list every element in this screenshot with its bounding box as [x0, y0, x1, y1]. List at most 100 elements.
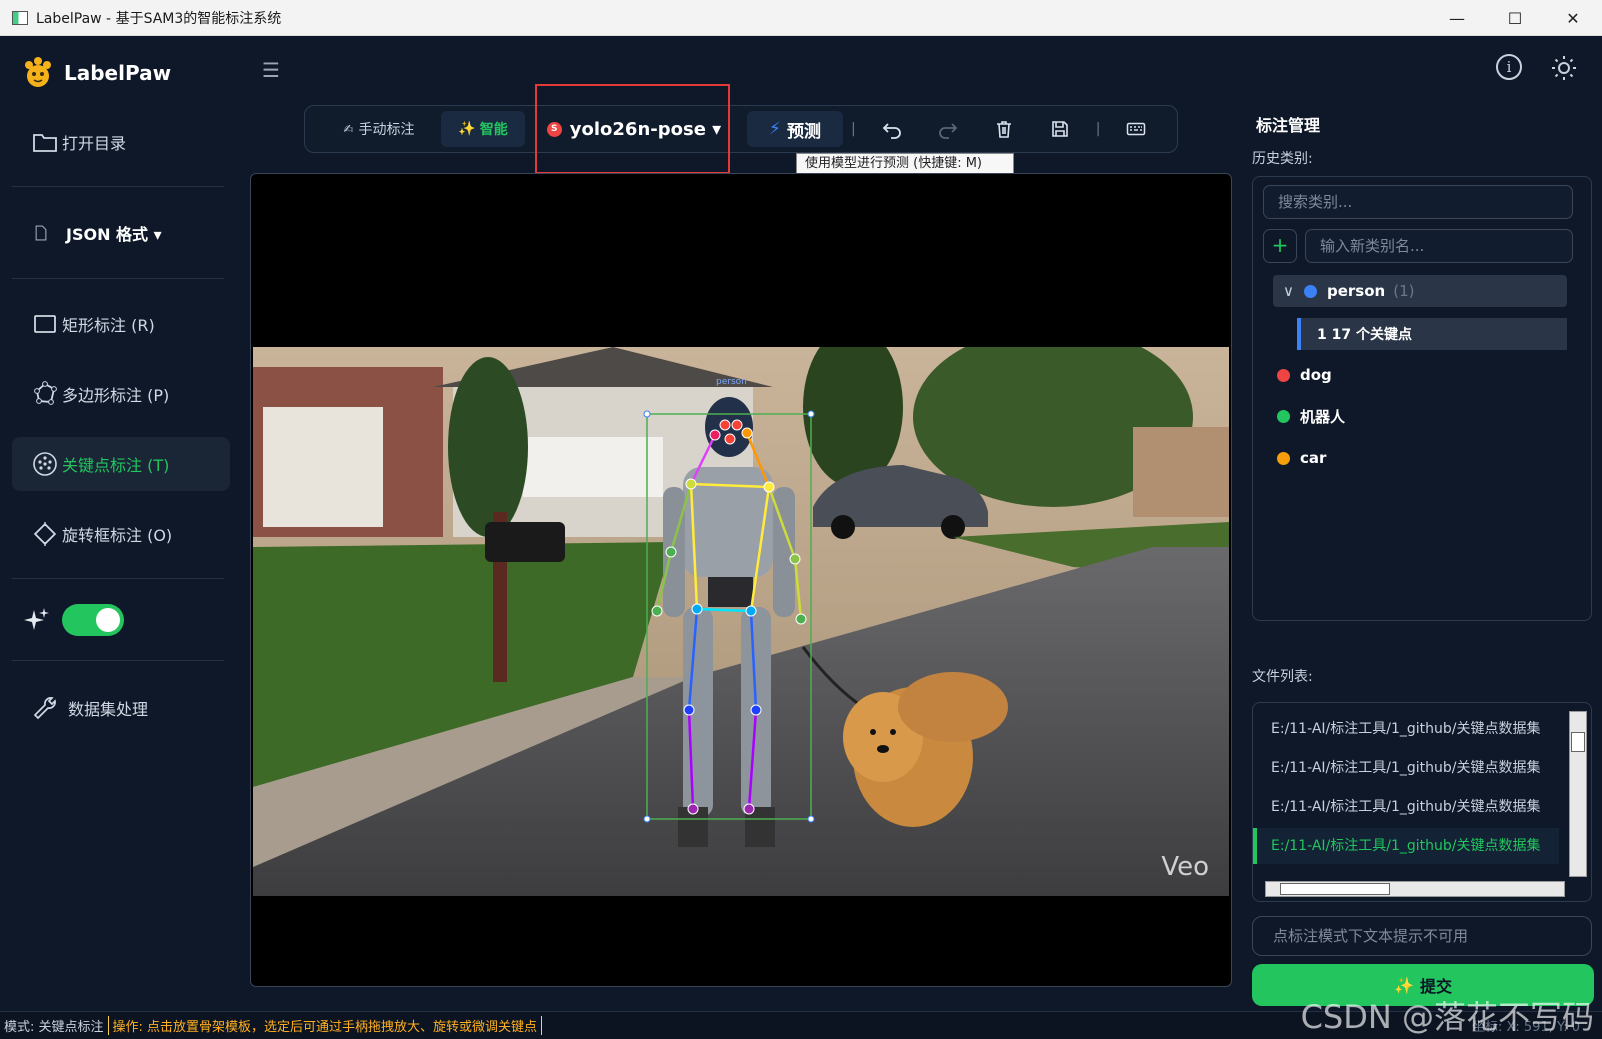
window-title: LabelPaw - 基于SAM3的智能标注系统: [36, 10, 282, 27]
maximize-button[interactable]: ☐: [1486, 0, 1544, 36]
redo-button[interactable]: [928, 111, 968, 147]
csdn-watermark: CSDN @落花不写码: [1300, 998, 1594, 1036]
sparkle-icon: [24, 608, 49, 630]
file-item[interactable]: E:/11-AI/标注工具/1_github/关键点数据集: [1253, 711, 1559, 747]
brand-name: LabelPaw: [64, 61, 172, 85]
paw-logo-icon: [25, 57, 51, 87]
scene-illustration: person: [253, 347, 1229, 896]
instance-item[interactable]: 1 17 个关键点: [1297, 318, 1567, 350]
tool-polygon-label: 多边形标注 (P): [62, 386, 170, 405]
veo-watermark: Veo: [1161, 852, 1209, 882]
logo: LabelPaw: [22, 56, 171, 90]
category-color-dot: [1303, 284, 1317, 298]
redo-icon: [938, 123, 957, 139]
tool-keypoint[interactable]: 关键点标注 (T): [12, 437, 230, 491]
box-label: person: [716, 377, 747, 387]
undo-icon: [882, 123, 901, 139]
toolbar-separator: |: [1095, 121, 1101, 137]
tool-polygon[interactable]: 多边形标注 (P): [12, 367, 230, 421]
annotation-canvas[interactable]: person Veo: [250, 173, 1232, 987]
history-label: 历史类别:: [1252, 151, 1313, 167]
category-dog[interactable]: dog: [1277, 359, 1332, 391]
sidebar-divider: [12, 660, 224, 661]
lightning-icon: ⚡: [769, 119, 781, 139]
category-car[interactable]: car: [1277, 442, 1326, 474]
undo-button[interactable]: [872, 111, 912, 147]
file-list: E:/11-AI/标注工具/1_github/关键点数据集 E:/11-AI/标…: [1252, 702, 1592, 902]
keypoint-icon: [33, 452, 57, 476]
info-icon[interactable]: i: [1496, 54, 1522, 80]
sidebar-divider: [12, 278, 224, 279]
app-icon: [12, 10, 28, 25]
toolbar-separator: |: [851, 121, 856, 137]
toggle-knob: [96, 608, 120, 632]
category-name: dog: [1300, 366, 1332, 384]
file-list-vertical-scrollbar[interactable]: [1569, 711, 1587, 877]
annotation-manager-panel: 标注管理 历史类别: 搜索类别... + 输入新类别名... ∨ person …: [1242, 98, 1602, 1011]
open-directory-button[interactable]: 打开目录: [12, 115, 230, 169]
dataset-processing-label: 数据集处理: [68, 700, 149, 719]
add-category-button[interactable]: +: [1263, 229, 1297, 263]
file-icon: [35, 225, 47, 241]
status-operation: 操作: 点击放置骨架模板，选定后可通过手柄拖拽放大、旋转或微调关键点: [109, 1016, 543, 1035]
new-category-input[interactable]: 输入新类别名...: [1305, 229, 1573, 263]
manual-mode-button[interactable]: ✍ 手动标注: [327, 111, 431, 147]
text-prompt-input[interactable]: 点标注模式下文本提示不可用: [1252, 916, 1592, 956]
format-dropdown[interactable]: JSON 格式 ▾: [12, 206, 230, 260]
theme-toggle-icon[interactable]: [1550, 54, 1578, 82]
status-mode: 模式: 关键点标注: [0, 1016, 109, 1035]
delete-button[interactable]: [984, 111, 1024, 147]
sidebar-divider: [12, 186, 224, 187]
save-icon: [1051, 121, 1068, 137]
category-color-dot: [1277, 409, 1290, 423]
close-button[interactable]: ✕: [1544, 0, 1602, 36]
smart-mode-label: 智能: [479, 122, 508, 138]
wrench-icon: [33, 697, 56, 720]
smart-mode-toggle[interactable]: [62, 604, 124, 636]
sparkle-icon: ✨: [458, 121, 476, 137]
category-name: 机器人: [1300, 407, 1346, 426]
predict-tooltip: 使用模型进行预测 (快捷键: M): [796, 153, 1014, 175]
folder-icon: [33, 134, 57, 152]
sidebar: LabelPaw 打开目录 JSON 格式 ▾ 矩形标注 (R) 多边形标注 (…: [0, 36, 236, 1011]
file-list-horizontal-scrollbar[interactable]: [1265, 881, 1565, 897]
file-item-selected[interactable]: E:/11-AI/标注工具/1_github/关键点数据集: [1253, 828, 1559, 864]
minimize-button[interactable]: —: [1428, 0, 1486, 36]
category-count: (1): [1393, 282, 1415, 300]
menu-icon[interactable]: ☰: [262, 58, 280, 82]
category-name: person: [1326, 282, 1386, 300]
file-item[interactable]: E:/11-AI/标注工具/1_github/关键点数据集: [1253, 789, 1559, 825]
polygon-icon: [34, 381, 57, 405]
save-button[interactable]: [1040, 111, 1080, 147]
category-name: car: [1300, 449, 1327, 467]
category-color-dot: [1277, 368, 1290, 382]
tool-rotated-box[interactable]: 旋转框标注 (O): [12, 507, 230, 561]
tool-keypoint-label: 关键点标注 (T): [62, 456, 170, 475]
category-search-input[interactable]: 搜索类别...: [1263, 185, 1573, 219]
category-box: 搜索类别... + 输入新类别名... ∨ person (1) 1 17 个关…: [1252, 176, 1592, 621]
smart-mode-button[interactable]: ✨ 智能: [441, 111, 525, 147]
annotation-highlight-box: [535, 84, 730, 174]
category-robot[interactable]: 机器人: [1277, 400, 1345, 432]
manual-mode-label: 手动标注: [358, 122, 415, 138]
dataset-processing-button[interactable]: 数据集处理: [12, 681, 230, 735]
tool-rectangle[interactable]: 矩形标注 (R): [12, 297, 230, 351]
main-toolbar: ✍ 手动标注 ✨ 智能 S yolo26n-pose ▾ ⚡ 预测 | |: [304, 105, 1178, 153]
panel-title: 标注管理: [1256, 116, 1321, 135]
chevron-down-icon: ∨: [1283, 282, 1294, 300]
predict-label: 预测: [786, 121, 821, 142]
predict-button[interactable]: ⚡ 预测: [747, 111, 843, 147]
tool-rectangle-label: 矩形标注 (R): [62, 316, 155, 335]
rectangle-icon: [34, 315, 56, 333]
rotated-box-icon: [33, 522, 57, 546]
trash-icon: [996, 121, 1011, 138]
category-person[interactable]: ∨ person (1): [1273, 275, 1567, 307]
keyboard-icon: [1127, 122, 1146, 136]
file-item[interactable]: E:/11-AI/标注工具/1_github/关键点数据集: [1253, 750, 1559, 786]
window-titlebar: LabelPaw - 基于SAM3的智能标注系统 — ☐ ✕: [0, 0, 1602, 36]
scene-image[interactable]: person Veo: [253, 347, 1229, 896]
tool-rotated-box-label: 旋转框标注 (O): [62, 526, 173, 545]
sidebar-divider: [12, 578, 224, 579]
app-body: LabelPaw 打开目录 JSON 格式 ▾ 矩形标注 (R) 多边形标注 (…: [0, 36, 1602, 1039]
keyboard-shortcuts-button[interactable]: [1116, 111, 1156, 147]
